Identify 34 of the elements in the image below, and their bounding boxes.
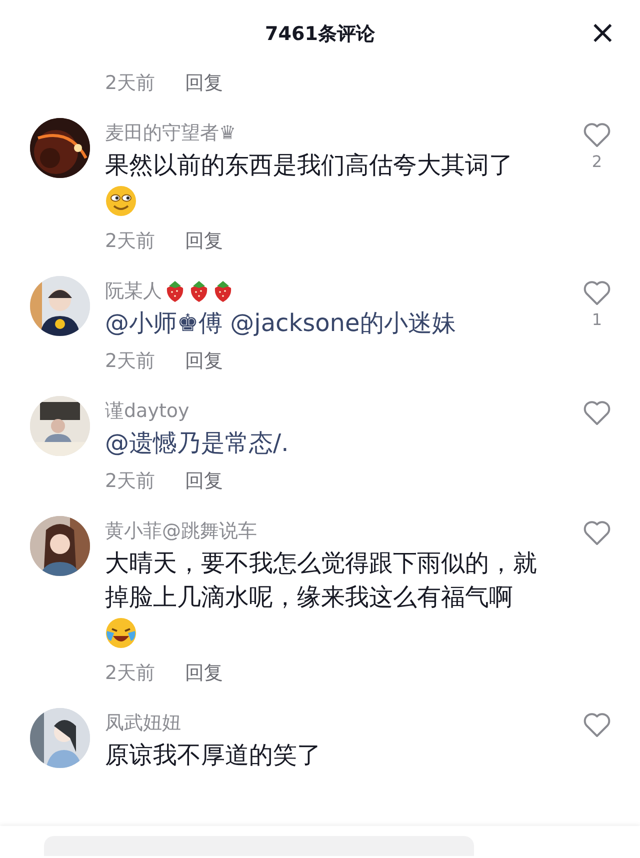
smiley-icon [105,185,137,217]
panel-title: 7461条评论 [265,22,375,47]
reply-button[interactable]: 回复 [185,468,224,494]
comment-text: 原谅我不厚道的笑了 [105,740,322,771]
user-name: 麦田的守望者♛ [105,121,236,146]
strawberry-icon [188,279,210,303]
comment-time: 2天前 [105,71,156,96]
strawberry-icon [164,279,186,303]
comment-time: 2天前 [105,229,156,254]
comment-text: @遗憾乃是常态/. [105,428,290,459]
close-button[interactable]: × [589,16,616,48]
like-count: 1 [592,310,602,329]
heart-icon[interactable] [583,280,611,306]
laughing-crying-icon [105,617,137,649]
user-name: 谨daytoy [105,399,190,424]
user-name: 黄小菲@跳舞说车 [105,519,257,544]
heart-icon[interactable] [583,400,611,426]
reply-button[interactable]: 回复 [185,228,224,254]
comment-time: 2天前 [105,349,156,374]
reply-button[interactable]: 回复 [185,660,224,686]
comment-text: 大晴天，要不我怎么觉得跟下雨似的，就掉脸上几滴水呢，缘来我这么有福气啊 [105,548,538,613]
strawberry-icon [212,279,234,303]
comment-text: 果然以前的东西是我们高估夸大其词了 [105,150,514,181]
user-name: 阮某人 [105,279,162,304]
reply-button[interactable]: 回复 [185,348,224,374]
comment-time: 2天前 [105,469,156,494]
comment-time: 2天前 [105,661,156,686]
comment-text: @小师♚傅 @jacksone的小迷妹 [105,308,457,339]
like-count: 2 [592,152,602,171]
reply-button[interactable]: 回复 [185,70,224,96]
heart-icon[interactable] [583,712,611,738]
heart-icon[interactable] [583,520,611,546]
user-name: 凤武妞妞 [105,711,181,736]
heart-icon[interactable] [583,122,611,148]
